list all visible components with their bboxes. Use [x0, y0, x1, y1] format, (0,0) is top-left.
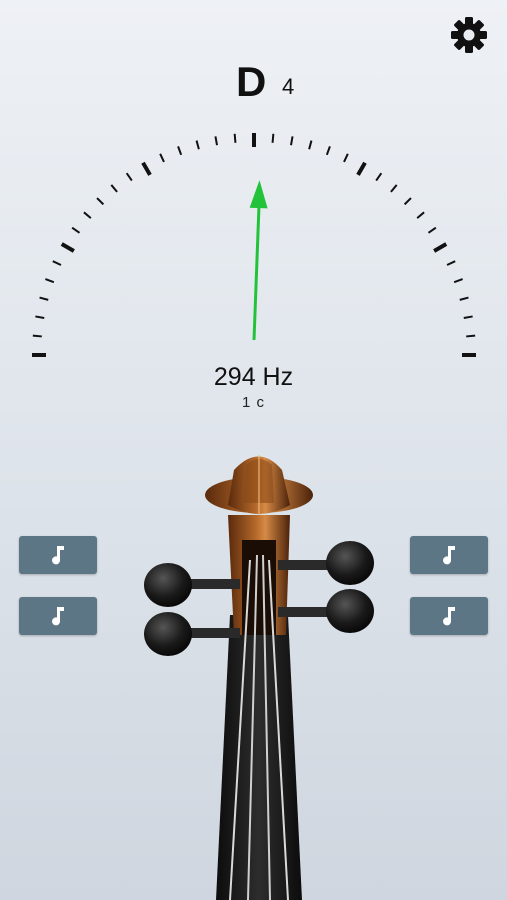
gauge-minor-tick	[416, 211, 425, 219]
gauge-minor-tick	[375, 172, 383, 182]
gauge-minor-tick	[195, 140, 200, 150]
frequency-readout: 294 Hz	[213, 363, 294, 391]
string-button-left-top[interactable]	[19, 536, 97, 574]
gauge-minor-tick	[325, 146, 331, 156]
gauge-minor-tick	[290, 136, 294, 146]
note-name: D	[236, 58, 267, 105]
gauge-minor-tick	[466, 334, 476, 338]
gauge-major-tick	[60, 242, 75, 253]
note-display: D 4	[0, 58, 507, 110]
music-note-icon	[52, 607, 64, 626]
string-button-right-top[interactable]	[410, 536, 488, 574]
gauge-minor-tick	[35, 315, 45, 319]
gauge-minor-tick	[459, 296, 469, 301]
gauge-minor-tick	[343, 153, 349, 163]
gauge-minor-tick	[110, 184, 118, 193]
gauge-minor-tick	[427, 226, 437, 234]
music-note-icon	[52, 546, 64, 565]
gear-icon	[451, 17, 487, 53]
violin-head-illustration	[144, 455, 374, 900]
gauge-minor-tick	[271, 133, 275, 143]
note-octave: 4	[282, 74, 295, 99]
gauge-major-tick	[356, 161, 367, 176]
gauge-major-tick	[433, 242, 448, 253]
gauge-minor-tick	[446, 260, 456, 266]
gauge-minor-tick	[52, 260, 62, 266]
cents-readout: 1 c	[241, 394, 265, 411]
gauge-minor-tick	[403, 197, 412, 206]
gauge-major-tick	[141, 161, 152, 176]
gauge-minor-tick	[96, 197, 105, 206]
music-note-icon	[443, 546, 455, 565]
gauge-minor-tick	[233, 133, 237, 143]
settings-button[interactable]	[448, 14, 490, 56]
tuning-needle	[249, 180, 268, 341]
gauge-minor-tick	[71, 226, 81, 234]
gauge-minor-tick	[214, 136, 218, 146]
gauge-minor-tick	[125, 172, 133, 182]
needle-shaft	[252, 192, 261, 341]
gauge-minor-tick	[83, 211, 92, 219]
gauge-minor-tick	[453, 278, 463, 284]
gauge-minor-tick	[308, 140, 313, 150]
tuning-gauge	[32, 133, 476, 357]
music-note-icon	[443, 607, 455, 626]
gauge-minor-tick	[32, 334, 42, 338]
gauge-minor-tick	[463, 315, 473, 319]
gauge-minor-tick	[45, 278, 55, 284]
needle-arrowhead	[249, 180, 268, 209]
gauge-minor-tick	[39, 296, 49, 301]
gauge-minor-tick	[177, 146, 183, 156]
string-button-right-bottom[interactable]	[410, 597, 488, 635]
gauge-minor-tick	[159, 153, 165, 163]
string-button-left-bottom[interactable]	[19, 597, 97, 635]
gauge-minor-tick	[390, 184, 398, 193]
